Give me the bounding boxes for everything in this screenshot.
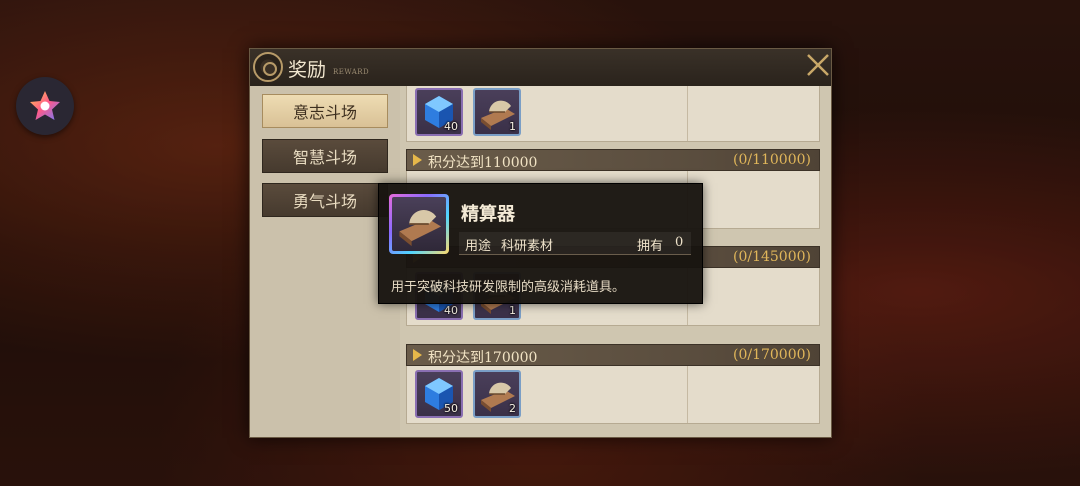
tab-wisdom-arena[interactable]: 智慧斗场 <box>262 139 388 173</box>
abacus-icon <box>399 210 442 247</box>
item-quantity: 1 <box>509 304 516 317</box>
section-header: 积分达到110000 (0/110000) <box>406 149 820 171</box>
score-condition: 积分达到170000 <box>428 350 538 366</box>
reward-emblem-icon <box>253 52 283 82</box>
usage-value: 科研素材 <box>501 239 554 254</box>
arrow-right-icon <box>413 349 422 361</box>
tooltip-meta-row: 用途 科研素材 拥有 0 <box>459 232 691 255</box>
reward-item-abacus[interactable]: 2 <box>473 370 521 418</box>
usage-label: 用途 <box>465 239 492 254</box>
score-progress: (0/145000) <box>733 249 811 265</box>
tab-will-arena[interactable]: 意志斗场 <box>262 94 388 128</box>
section-body: 50 2 <box>406 366 820 424</box>
item-quantity: 2 <box>509 402 516 415</box>
score-progress: (0/110000) <box>733 152 811 168</box>
close-icon[interactable] <box>804 51 832 79</box>
section-body: 40 1 <box>406 86 820 142</box>
star-icon <box>30 91 60 120</box>
item-quantity: 1 <box>509 120 516 133</box>
item-tooltip: 精算器 用途 科研素材 拥有 0 用于突破科技研发限制的高级消耗道具。 <box>378 183 703 304</box>
floating-assistant-button[interactable] <box>16 77 74 135</box>
tooltip-item-frame <box>389 194 449 254</box>
owned-label: 拥有 <box>637 239 664 254</box>
panel-header: 奖励 REWARD <box>250 49 831 87</box>
score-condition: 积分达到110000 <box>428 155 538 171</box>
item-quantity: 40 <box>444 120 458 133</box>
tab-courage-arena[interactable]: 勇气斗场 <box>262 183 388 217</box>
reward-item-blue-cube[interactable]: 40 <box>415 88 463 136</box>
item-quantity: 50 <box>444 402 458 415</box>
panel-title: 奖励 <box>288 59 327 81</box>
arrow-right-icon <box>413 154 422 166</box>
score-progress: (0/170000) <box>733 347 811 363</box>
section-header: 积分达到170000 (0/170000) <box>406 344 820 366</box>
item-quantity: 40 <box>444 304 458 317</box>
owned-value: 0 <box>675 235 684 250</box>
tooltip-item-name: 精算器 <box>461 204 515 225</box>
tooltip-description: 用于突破科技研发限制的高级消耗道具。 <box>391 280 626 295</box>
reward-item-blue-cube[interactable]: 50 <box>415 370 463 418</box>
panel-subtitle: REWARD <box>333 68 370 76</box>
reward-item-abacus[interactable]: 1 <box>473 88 521 136</box>
